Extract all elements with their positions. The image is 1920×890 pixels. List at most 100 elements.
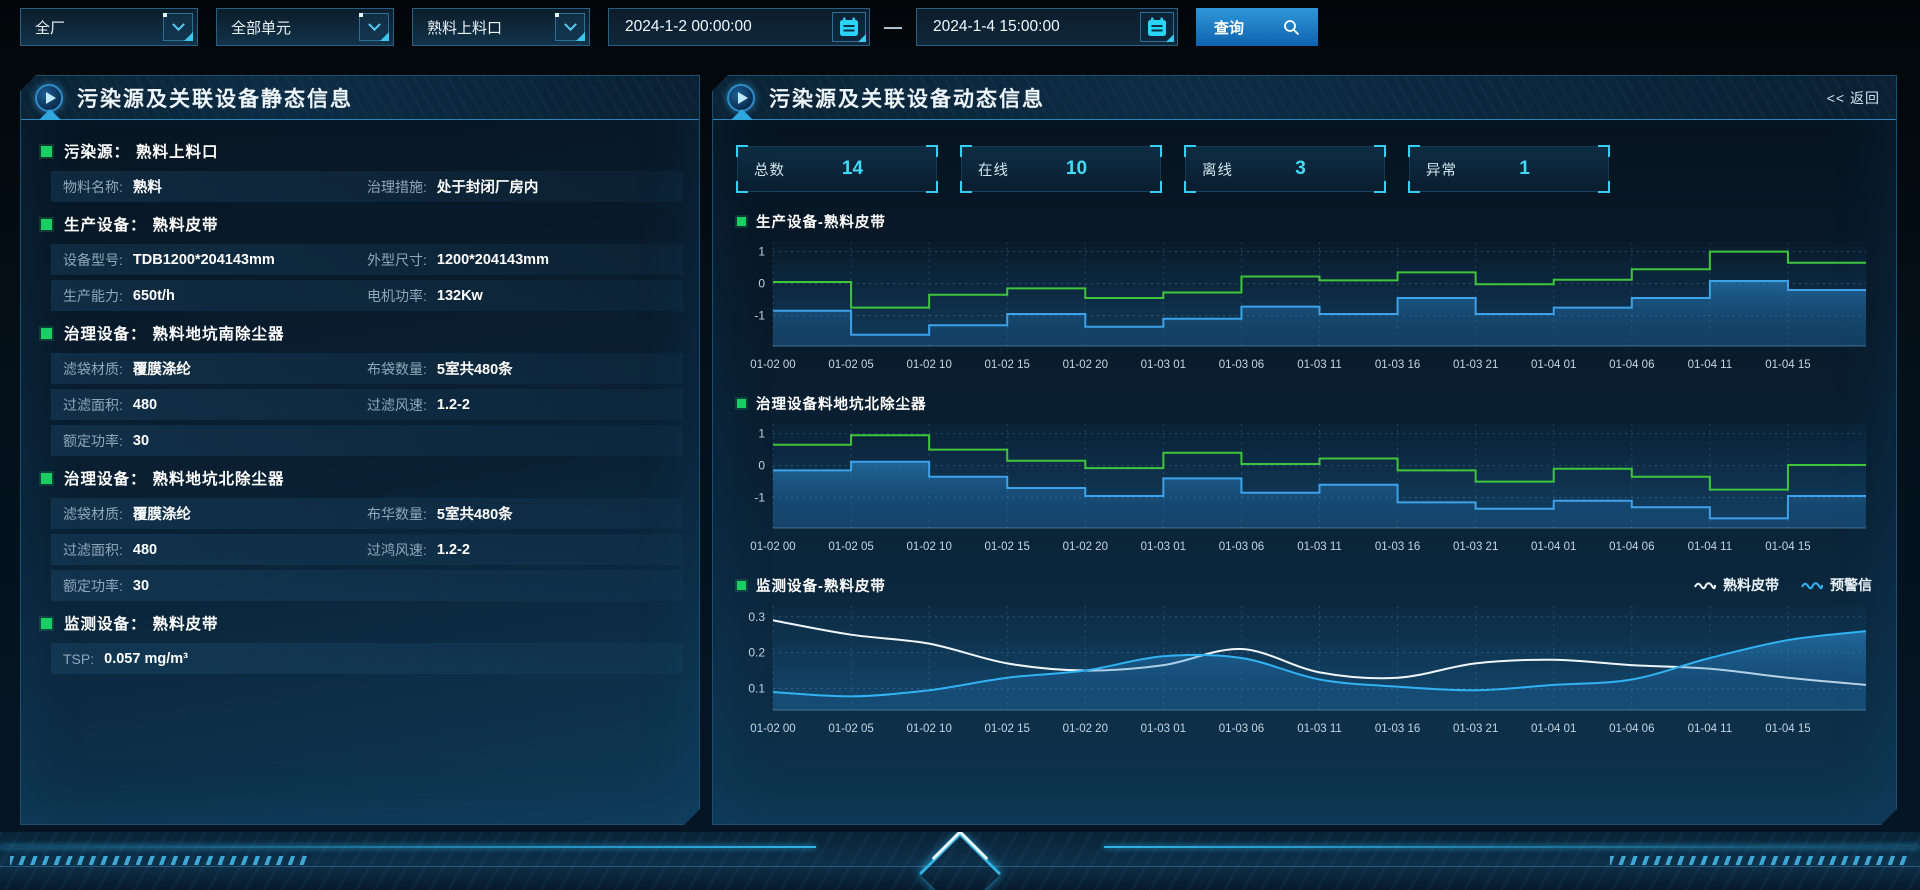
green-bullet-icon [41,328,52,339]
svg-text:01-04 11: 01-04 11 [1688,541,1733,553]
svg-text:01-03 01: 01-03 01 [1141,359,1186,371]
wave-line-icon [1694,579,1716,591]
svg-text:01-02 15: 01-02 15 [985,541,1030,553]
svg-text:01-02 20: 01-02 20 [1063,541,1108,553]
svg-text:01-04 01: 01-04 01 [1531,359,1576,371]
svg-text:01-02 10: 01-02 10 [906,723,951,735]
header-notch-decoration [39,109,61,120]
svg-text:01-03 21: 01-03 21 [1453,359,1498,371]
info-cell: 外型尺寸:1200*204143mm [367,250,671,270]
source-select-value: 熟料上料口 [427,17,502,38]
field-label: 过滤面积: [63,540,123,560]
svg-text:01-04 15: 01-04 15 [1765,359,1810,371]
field-label: 布袋数量: [367,359,427,379]
info-cell: 过滤风速:1.2-2 [367,395,671,415]
dynamic-panel-title: 污染源及关联设备动态信息 [769,83,1045,113]
table-row: TSP:0.057 mg/m³ [51,643,683,674]
svg-text:01-03 06: 01-03 06 [1219,723,1264,735]
chart-block-monitor: 监测设备-熟料皮带 熟料皮带预警信 0.30.20.101-02 0001-02… [737,572,1872,738]
svg-text:0: 0 [758,277,765,291]
section-value: 熟料地坑北除尘器 [153,467,285,489]
field-value: 0.057 mg/m³ [104,651,188,667]
field-label: 额定功率: [63,431,123,451]
chart-title-production: 生产设备-熟料皮带 [756,211,886,232]
field-value: 5室共480条 [437,503,513,524]
legend-item[interactable]: 熟料皮带 [1694,575,1779,595]
field-value: 1.2-2 [437,397,470,413]
static-info-header: 污染源及关联设备静态信息 [21,76,699,120]
stat-value: 3 [1295,158,1306,180]
green-bullet-icon [41,473,52,484]
table-row: 设备型号: TDB1200*204143mm 外型尺寸:1200*204143mm [51,244,683,275]
svg-text:01-03 16: 01-03 16 [1375,541,1420,553]
svg-text:1: 1 [758,245,765,259]
section-header: 治理设备：熟料地坑南除尘器 [35,316,683,350]
field-label: 过鸿风速: [367,540,427,560]
calendar-icon[interactable] [832,12,866,42]
field-label: 设备型号: [63,250,123,270]
source-select[interactable]: 熟料上料口 [412,8,590,46]
green-bullet-icon [41,219,52,230]
calendar-icon[interactable] [1140,12,1174,42]
back-button[interactable]: << 返回 [1827,88,1880,108]
dynamic-info-panel: 污染源及关联设备动态信息 << 返回 总数14在线10离线3异常1 生产设备-熟… [712,75,1897,825]
section-header: 污染源：熟料上料口 [35,134,683,168]
date-start-input[interactable]: 2024-1-2 00:00:00 [608,8,870,46]
plant-select-value: 全厂 [35,17,65,38]
svg-text:0.2: 0.2 [748,646,765,660]
field-value: 132Kw [437,288,483,304]
legend-item[interactable]: 预警信 [1801,575,1872,595]
svg-text:01-02 10: 01-02 10 [906,359,951,371]
info-cell: 过滤面积:480 [63,540,367,560]
section-header: 监测设备：熟料皮带 [35,606,683,640]
svg-text:01-04 06: 01-04 06 [1609,359,1654,371]
info-cell: 电机功率:132Kw [367,286,671,306]
svg-text:01-02 00: 01-02 00 [750,723,795,735]
top-toolbar: 全厂 全部单元 熟料上料口 2024-1-2 00:00:00 — 2024-1… [20,8,1318,46]
svg-text:01-04 01: 01-04 01 [1531,541,1576,553]
info-cell: 布华数量:5室共480条 [367,503,671,524]
field-value: 处于封闭厂房内 [437,176,539,197]
static-info-list: 污染源：熟料上料口物料名称:熟料治理措施:处于封闭厂房内生产设备：熟料皮带设备型… [21,120,699,674]
static-info-panel: 污染源及关联设备静态信息 污染源：熟料上料口物料名称:熟料治理措施:处于封闭厂房… [20,75,700,825]
field-value: 30 [133,578,149,594]
query-button[interactable]: 查询 [1196,8,1318,46]
date-end-value: 2024-1-4 15:00:00 [933,18,1060,36]
svg-text:01-03 21: 01-03 21 [1453,541,1498,553]
stat-card: 总数14 [737,146,937,192]
svg-text:01-03 16: 01-03 16 [1375,723,1420,735]
plant-select[interactable]: 全厂 [20,8,198,46]
unit-select-value: 全部单元 [231,17,291,38]
svg-text:01-04 06: 01-04 06 [1609,723,1654,735]
static-panel-title: 污染源及关联设备静态信息 [77,83,353,113]
chart-title-treatment: 治理设备料地坑北除尘器 [756,393,927,414]
svg-text:01-03 06: 01-03 06 [1219,541,1264,553]
footer-decoration [0,832,1920,890]
date-end-input[interactable]: 2024-1-4 15:00:00 [916,8,1178,46]
production-chart-canvas: 10-101-02 0001-02 0501-02 1001-02 1501-0… [737,234,1874,374]
info-cell: 过鸿风速:1.2-2 [367,540,671,560]
table-row: 滤袋材质:覆膜涤纶布华数量:5室共480条 [51,498,683,529]
chevron-down-icon [555,13,585,41]
info-cell: 设备型号: TDB1200*204143mm [63,250,367,270]
chart-svg: 10-101-02 0001-02 0501-02 1001-02 1501-0… [737,416,1874,556]
device-stats-row: 总数14在线10离线3异常1 [737,146,1896,192]
date-start-value: 2024-1-2 00:00:00 [625,18,752,36]
field-value: 650t/h [133,288,175,304]
treatment-chart-canvas: 10-101-02 0001-02 0501-02 1001-02 1501-0… [737,416,1874,556]
table-row: 过滤面积:480过鸿风速:1.2-2 [51,534,683,565]
svg-text:01-03 11: 01-03 11 [1297,541,1342,553]
svg-text:0.3: 0.3 [748,610,765,624]
unit-select[interactable]: 全部单元 [216,8,394,46]
dynamic-info-header: 污染源及关联设备动态信息 << 返回 [713,76,1896,120]
svg-text:01-02 00: 01-02 00 [750,359,795,371]
stat-card: 异常1 [1409,146,1609,192]
field-value: TDB1200*204143mm [133,252,275,268]
green-bullet-icon [737,399,746,408]
svg-text:01-04 01: 01-04 01 [1531,723,1576,735]
field-label: 过滤面积: [63,395,123,415]
svg-text:01-02 15: 01-02 15 [985,359,1030,371]
field-label: 滤袋材质: [63,359,123,379]
play-icon [35,84,63,112]
stat-value: 14 [842,158,863,180]
